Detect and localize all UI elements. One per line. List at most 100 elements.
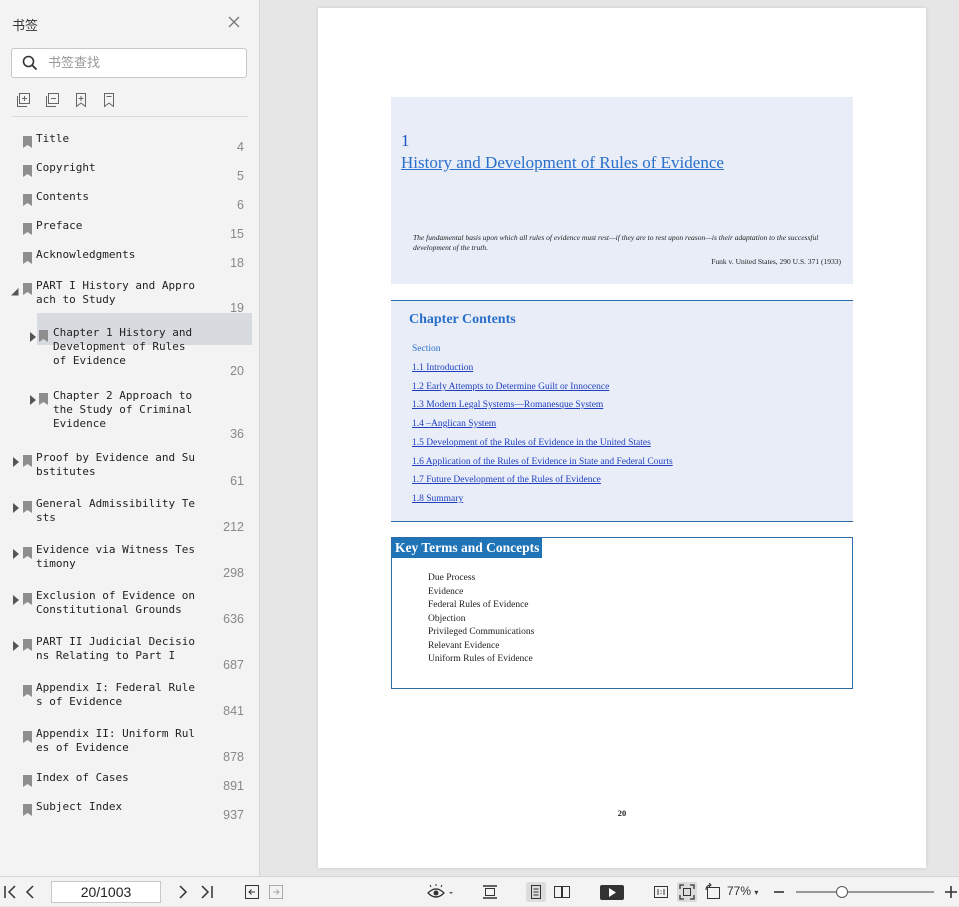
contents-link[interactable]: 1.5 Development of the Rules of Evidence… [412, 438, 651, 448]
key-terms-box: Key Terms and Concepts Due Process Evide… [391, 537, 853, 689]
zoom-slider-thumb[interactable] [835, 886, 848, 898]
bookmark-icon [23, 193, 32, 206]
contents-link[interactable]: 1.6 Application of the Rules of Evidence… [412, 457, 673, 467]
bookmark-page: 937 [223, 808, 244, 822]
fit-page-icon[interactable] [677, 882, 697, 902]
rotate-icon[interactable] [703, 882, 723, 902]
bookmark-label: Index of Cases [36, 771, 129, 784]
search-icon [22, 55, 38, 76]
chapter-title[interactable]: History and Development of Rules of Evid… [401, 153, 724, 173]
bookmark-icon [23, 454, 32, 467]
expand-arrow-icon[interactable] [12, 454, 20, 467]
bookmark-search-input[interactable] [48, 54, 238, 72]
bookmark-label: General Admissibility Te sts [36, 497, 195, 524]
expand-arrow-icon[interactable] [12, 546, 20, 559]
bookmark-icon [39, 392, 48, 405]
bookmark-label: Contents [36, 190, 89, 203]
eye-protection-icon[interactable] [426, 882, 456, 902]
add-bookmark-icon[interactable] [73, 92, 91, 110]
expand-all-icon[interactable] [16, 92, 34, 110]
zoom-out-icon[interactable] [769, 882, 789, 902]
bookmark-page: 61 [230, 474, 244, 488]
key-term: Due Process [428, 573, 476, 583]
bookmark-label: PART II Judicial Decisio ns Relating to … [36, 635, 195, 662]
bookmark-label: Preface [36, 219, 83, 232]
two-page-icon[interactable] [552, 882, 572, 902]
next-page-icon[interactable] [173, 882, 193, 902]
key-term: Objection [428, 614, 466, 624]
bookmark-search-field[interactable] [11, 48, 247, 78]
expand-arrow-icon[interactable] [29, 392, 37, 405]
bookmark-page: 212 [223, 520, 244, 534]
bookmark-page: 6 [237, 198, 244, 212]
bookmark-label: Appendix I: Federal Rule s of Evidence [36, 681, 195, 708]
actual-size-icon[interactable] [651, 882, 671, 902]
bookmark-label: Proof by Evidence and Su bstitutes [36, 451, 195, 478]
page-number-input[interactable]: 20/1003 [51, 881, 161, 903]
expand-arrow-icon[interactable] [12, 500, 20, 513]
key-term: Relevant Evidence [428, 641, 500, 651]
contents-link[interactable]: 1.3 Modern Legal Systems—Romanesque Syst… [412, 400, 603, 410]
bookmark-page: 298 [223, 566, 244, 580]
bookmark-label: Chapter 2 Approach to the Study of Crimi… [53, 389, 193, 430]
expand-arrow-icon[interactable] [29, 329, 37, 342]
single-page-icon[interactable] [526, 882, 546, 902]
first-page-icon[interactable] [0, 882, 20, 902]
key-terms-title: Key Terms and Concepts [392, 538, 543, 558]
bookmark-icon [23, 730, 32, 743]
close-icon[interactable] [226, 14, 242, 30]
contents-link[interactable]: 1.2 Early Attempts to Determine Guilt or… [412, 382, 609, 392]
play-slideshow-icon[interactable] [599, 882, 625, 902]
bookmark-label: Appendix II: Uniform Rul es of Evidence [36, 727, 195, 754]
bookmark-label: Acknowledgments [36, 248, 136, 261]
collapse-arrow-icon[interactable] [11, 283, 19, 296]
bookmark-icon [23, 251, 32, 264]
bookmark-page: 20 [230, 364, 244, 378]
zoom-slider[interactable] [796, 886, 934, 898]
section-label: Section [412, 344, 441, 354]
expand-arrow-icon[interactable] [12, 638, 20, 651]
expand-arrow-icon[interactable] [12, 592, 20, 605]
bookmark-icon [23, 164, 32, 177]
key-term: Privileged Communications [428, 627, 535, 637]
last-page-icon[interactable] [197, 882, 217, 902]
contents-link[interactable]: 1.8 Summary [412, 494, 463, 504]
bookmark-icon [23, 638, 32, 651]
contents-link[interactable]: 1.4 –Anglican System [412, 419, 496, 429]
go-forward-icon[interactable] [266, 882, 286, 902]
bookmark-icon [39, 329, 48, 342]
key-term: Evidence [428, 587, 464, 597]
contents-link[interactable]: 1.7 Future Development of the Rules of E… [412, 475, 601, 485]
fit-width-icon[interactable] [480, 882, 500, 902]
bookmark-icon [23, 684, 32, 697]
bookmark-page: 18 [230, 256, 244, 270]
bookmark-label: Title [36, 132, 70, 145]
bookmark-page: 36 [230, 427, 244, 441]
bookmark-label: Chapter 1 History and Development of Rul… [53, 326, 193, 367]
divider [12, 116, 248, 117]
zoom-in-icon[interactable] [941, 882, 959, 902]
bookmark-page: 15 [230, 227, 244, 241]
bookmark-page: 636 [223, 612, 244, 626]
zoom-dropdown[interactable]: 77% ▾ [727, 884, 758, 898]
bookmark-label: Exclusion of Evidence on Constitutional … [36, 589, 195, 616]
bookmark-icon [23, 803, 32, 816]
bookmark-page: 4 [237, 140, 244, 154]
zoom-level: 77% [727, 884, 752, 898]
previous-page-icon[interactable] [20, 882, 40, 902]
bookmark-icon [23, 592, 32, 605]
bookmark-page: 5 [237, 169, 244, 183]
chapter-number: 1 [401, 131, 410, 150]
bookmark-label: Copyright [36, 161, 96, 174]
bookmark-icon[interactable] [101, 92, 119, 110]
page-number: 20 [617, 808, 627, 818]
bookmark-page: 687 [223, 658, 244, 672]
contents-link[interactable]: 1.1 Introduction [412, 363, 473, 373]
bookmark-icon [23, 135, 32, 148]
bookmark-label: PART I History and Appro ach to Study [36, 279, 195, 306]
bookmark-icon [23, 774, 32, 787]
bookmark-page: 841 [223, 704, 244, 718]
bookmark-page: 891 [223, 779, 244, 793]
collapse-all-icon[interactable] [45, 92, 63, 110]
go-back-icon[interactable] [242, 882, 262, 902]
